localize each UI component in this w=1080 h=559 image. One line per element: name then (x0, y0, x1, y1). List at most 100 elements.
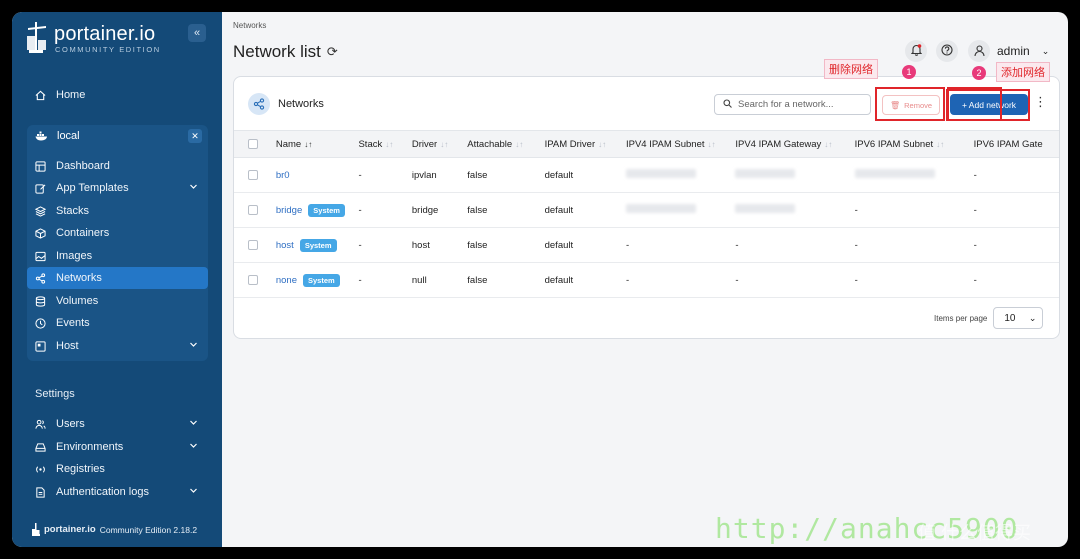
sidebar-item-images[interactable]: Images (27, 245, 208, 267)
page-title: Network list ⟳ (233, 42, 338, 62)
cell-ipv6-gateway: - (973, 204, 977, 216)
redacted-value (625, 204, 696, 213)
system-badge: System (308, 203, 345, 217)
network-name-link[interactable]: bridge (276, 205, 302, 216)
sort-icon: ↓↑ (936, 139, 945, 149)
sort-icon: ↓↑ (440, 139, 449, 149)
home-icon (34, 89, 46, 101)
collapse-sidebar-button[interactable]: « (188, 24, 206, 42)
sort-icon: ↓↑ (385, 139, 394, 149)
column-label: IPAM Driver (544, 138, 596, 150)
cell-stack: - (358, 239, 362, 251)
column-header-name[interactable]: Name ↓↑ (261, 130, 355, 158)
items-per-page-select[interactable]: 10 ⌄ (993, 307, 1044, 329)
select-all-checkbox[interactable] (248, 138, 258, 149)
share-icon (34, 272, 46, 284)
column-header-stack[interactable]: Stack ↓↑ (354, 130, 408, 158)
cell-ipv6-gateway: - (973, 239, 977, 251)
sidebar-item-label: Registries (56, 463, 105, 475)
column-header-driver[interactable]: Driver ↓↑ (407, 130, 464, 158)
sidebar-item-app-templates[interactable]: App Templates (27, 177, 208, 199)
table-row: host System - host false default - - - - (234, 227, 1059, 263)
sidebar-item-label: Dashboard (56, 160, 110, 172)
column-header-ipv6-ipam-subnet[interactable]: IPV6 IPAM Subnet ↓↑ (850, 130, 970, 158)
server-icon (34, 340, 46, 352)
sidebar-item-label: Events (56, 317, 90, 329)
search-placeholder: Search for a network... (738, 99, 834, 110)
column-header-attachable[interactable]: Attachable ↓↑ (463, 130, 541, 158)
sidebar-item-label: Containers (56, 227, 110, 239)
breadcrumb[interactable]: Networks (233, 21, 266, 30)
redacted-value (625, 169, 696, 178)
system-badge: System (299, 238, 337, 252)
sidebar-item-volumes[interactable]: Volumes (27, 290, 208, 312)
row-checkbox[interactable] (248, 274, 258, 285)
card-title: Networks (248, 93, 324, 115)
docker-icon (35, 131, 49, 141)
sidebar-item-events[interactable]: Events (27, 312, 208, 334)
portainer-small-logo-icon (32, 523, 40, 536)
network-name-link[interactable]: host (276, 240, 294, 251)
sidebar-item-label: Images (56, 250, 93, 262)
column-label: Name (275, 138, 302, 150)
sidebar-item-label: Networks (56, 272, 102, 284)
row-checkbox[interactable] (248, 169, 258, 180)
sidebar-item-authentication-logs[interactable]: Authentication logs (27, 481, 208, 503)
cell-driver: host (411, 239, 430, 251)
row-checkbox[interactable] (248, 204, 258, 215)
sidebar-item-containers[interactable]: Containers (27, 222, 208, 244)
sort-icon: ↓↑ (515, 139, 524, 149)
search-input[interactable]: Search for a network... (714, 94, 871, 115)
column-label: Driver (411, 138, 438, 150)
portainer-logo[interactable]: portainer.io COMMUNITY EDITION (26, 22, 161, 56)
chevron-down-icon (189, 182, 198, 194)
help-button[interactable] (936, 40, 958, 62)
cell-ipv6-subnet: - (854, 274, 858, 286)
add-annotation-box-outer (946, 89, 1030, 121)
network-name-link[interactable]: br0 (276, 170, 290, 181)
row-checkbox[interactable] (248, 239, 258, 250)
sidebar-item-label: Volumes (56, 295, 99, 307)
column-header-ipv6-ipam-gate[interactable]: IPV6 IPAM Gate (969, 130, 1059, 158)
bell-icon (910, 43, 922, 59)
sidebar-item-users[interactable]: Users (27, 413, 208, 435)
network-name-link[interactable]: none (276, 275, 297, 286)
user-avatar-icon (968, 40, 990, 62)
sidebar-item-stacks[interactable]: Stacks (27, 200, 208, 222)
more-options-icon[interactable]: ⋮ (1034, 94, 1047, 110)
edit-icon (34, 182, 46, 194)
logo-name: portainer.io (54, 23, 156, 45)
close-environment-icon[interactable]: ✕ (188, 129, 202, 143)
user-menu[interactable]: admin ⌄ (968, 40, 1049, 62)
cell-ipv4-gateway: - (735, 239, 739, 251)
column-header-ipv4-ipam-subnet[interactable]: IPV4 IPAM Subnet ↓↑ (621, 130, 732, 158)
sidebar-item-host[interactable]: Host (27, 335, 208, 357)
cell-attachable: false (467, 169, 488, 181)
cell-ipv4-gateway: - (735, 274, 739, 286)
sidebar: portainer.io COMMUNITY EDITION « Home lo… (12, 12, 222, 547)
cell-ipv6-gateway: - (973, 274, 977, 286)
column-header-ipam-driver[interactable]: IPAM Driver ↓↑ (540, 130, 622, 158)
environment-header[interactable]: local ✕ (27, 125, 208, 147)
sort-icon: ↓↑ (707, 139, 716, 149)
hdd-icon (34, 441, 46, 453)
pagination: Items per page 10 ⌄ (934, 307, 1044, 329)
file-icon (34, 486, 46, 498)
sidebar-item-networks[interactable]: Networks (27, 267, 208, 289)
sort-icon: ↓↑ (598, 139, 607, 149)
sidebar-item-label: Authentication logs (56, 486, 149, 498)
system-badge: System (302, 273, 340, 287)
sidebar-item-dashboard[interactable]: Dashboard (27, 155, 208, 177)
cell-ipam-driver: default (544, 204, 574, 216)
remove-annotation-label: 删除网络 (824, 59, 878, 79)
sidebar-item-home[interactable]: Home (27, 84, 208, 106)
sort-desc-icon: ↓↑ (304, 139, 313, 149)
redacted-value (735, 169, 796, 178)
sidebar-item-environments[interactable]: Environments (27, 436, 208, 458)
sidebar-item-registries[interactable]: Registries (27, 458, 208, 480)
notifications-button[interactable] (905, 40, 927, 62)
logo-edition: COMMUNITY EDITION (55, 45, 161, 54)
refresh-icon[interactable]: ⟳ (327, 44, 338, 60)
column-header-ipv4-ipam-gateway[interactable]: IPV4 IPAM Gateway ↓↑ (731, 130, 851, 158)
column-label: Attachable (467, 138, 513, 150)
